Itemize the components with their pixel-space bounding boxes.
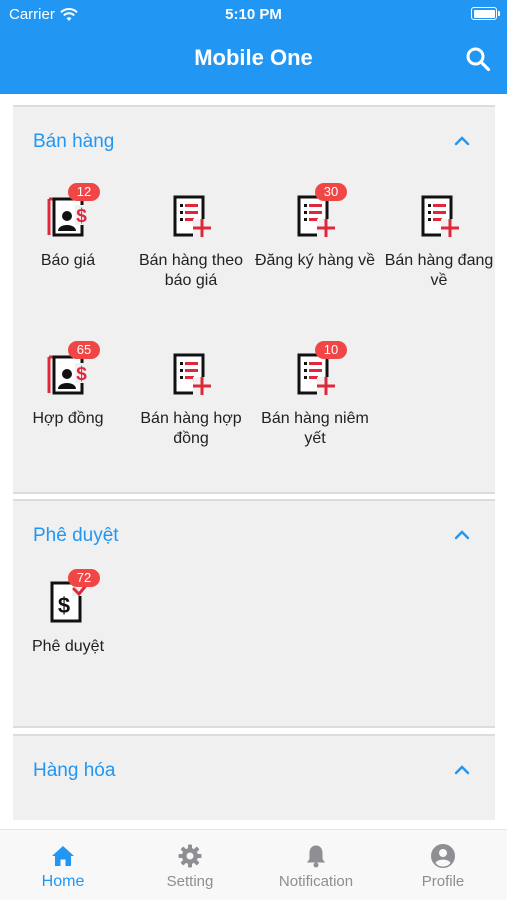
chevron-up-icon[interactable] — [453, 762, 471, 776]
badge-count: 12 — [68, 183, 100, 201]
app-header: Carrier 5:10 PM Mobile One — [0, 0, 507, 94]
tile-dang-ky-hang-ve[interactable]: 30 Đăng ký hàng về — [253, 183, 377, 321]
tab-home[interactable]: Home — [0, 830, 126, 900]
tile-label: Bán hàng đang về — [384, 252, 494, 289]
chevron-up-icon[interactable] — [453, 527, 471, 541]
tab-notification[interactable]: Notification — [253, 830, 379, 900]
badge-count: 10 — [315, 341, 347, 359]
tab-label: Profile — [421, 873, 465, 890]
tile-bao-gia[interactable]: $ 12 Báo giá — [6, 183, 130, 321]
tile-ban-hang-niem-yet[interactable]: 10 Bán hàng niêm yết — [253, 341, 377, 479]
tile-label: Báo giá — [40, 252, 96, 269]
section-approval-header[interactable]: Phê duyệt — [13, 501, 495, 565]
gear-icon — [178, 844, 202, 868]
battery-icon — [471, 7, 500, 20]
tile-ban-hang-theo-bao-gia[interactable]: Bán hàng theo báo giá — [129, 191, 253, 321]
tile-ban-hang-hop-dong[interactable]: Bán hàng hợp đồng — [129, 349, 253, 479]
tab-label: Setting — [166, 873, 214, 890]
tab-setting[interactable]: Setting — [127, 830, 253, 900]
section-sales: Bán hàng $ 12 Báo giá Bán hàng theo báo … — [13, 105, 495, 494]
search-icon[interactable] — [465, 46, 491, 72]
add-document-icon — [173, 353, 211, 395]
section-goods-header[interactable]: Hàng hóa — [13, 736, 495, 800]
page-title: Mobile One — [194, 45, 313, 70]
tile-label: Đăng ký hàng về — [254, 252, 376, 269]
bottom-tab-bar: Home Setting Notification Profile — [0, 829, 507, 900]
status-bar: Carrier 5:10 PM — [0, 0, 507, 30]
svg-text:$: $ — [58, 593, 70, 618]
tile-label: Bán hàng niêm yết — [261, 410, 369, 447]
add-document-icon — [421, 195, 459, 237]
section-sales-header[interactable]: Bán hàng — [13, 107, 495, 171]
chevron-up-icon[interactable] — [453, 133, 471, 147]
tile-hop-dong[interactable]: $ 65 Hợp đồng — [6, 341, 130, 479]
section-approval: Phê duyệt $ 72 Phê duyệt — [13, 499, 495, 728]
section-goods: Hàng hóa — [13, 734, 495, 820]
section-title: Phê duyệt — [33, 525, 119, 546]
home-icon — [52, 846, 74, 866]
add-document-icon — [173, 195, 211, 237]
tile-label: Phê duyệt — [31, 638, 105, 655]
tab-label: Notification — [278, 873, 354, 890]
tile-phe-duyet[interactable]: $ 72 Phê duyệt — [6, 569, 130, 707]
section-title: Hàng hóa — [33, 760, 116, 781]
tile-label: Bán hàng hợp đồng — [140, 410, 242, 447]
badge-count: 30 — [315, 183, 347, 201]
profile-icon — [431, 844, 455, 868]
tab-label: Home — [41, 873, 85, 890]
badge-count: 65 — [68, 341, 100, 359]
tile-label: Bán hàng theo báo giá — [138, 252, 244, 289]
svg-text:$: $ — [76, 364, 87, 385]
main-content: Bán hàng $ 12 Báo giá Bán hàng theo báo … — [0, 94, 507, 820]
svg-text:$: $ — [76, 206, 87, 227]
tab-profile[interactable]: Profile — [380, 830, 506, 900]
badge-count: 72 — [68, 569, 100, 587]
status-time: 5:10 PM — [225, 6, 282, 23]
tile-label: Hợp đồng — [32, 410, 104, 427]
bell-icon — [307, 845, 325, 868]
tile-ban-hang-dang-ve[interactable]: Bán hàng đang về — [377, 191, 501, 321]
section-title: Bán hàng — [33, 131, 115, 152]
